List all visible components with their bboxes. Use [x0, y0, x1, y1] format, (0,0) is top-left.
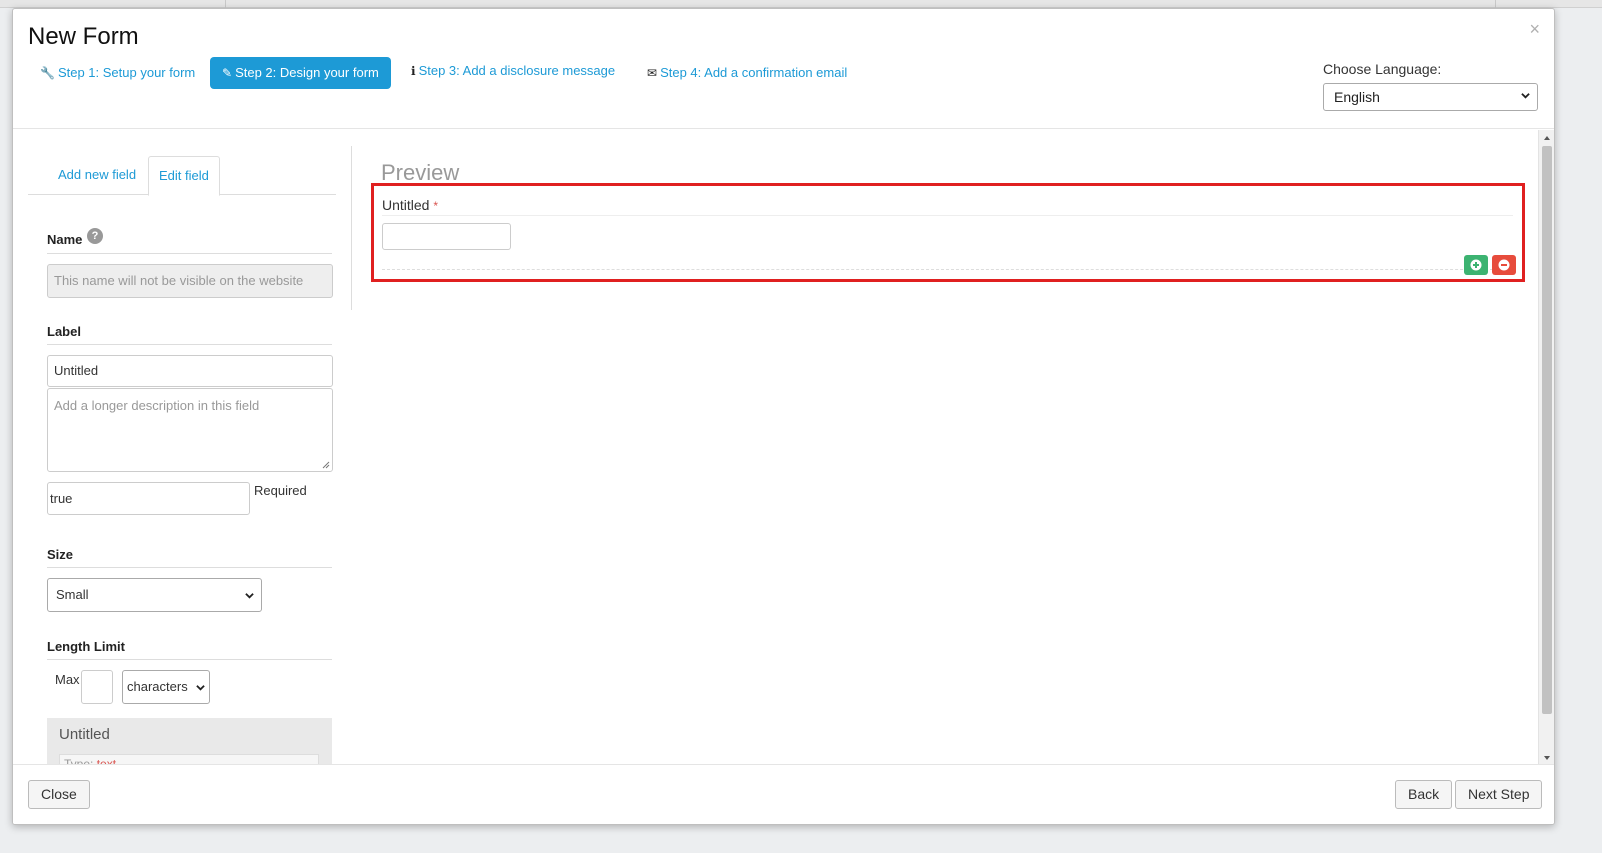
field-summary-title: Untitled — [59, 726, 110, 743]
divider — [382, 215, 1513, 216]
field-summary-card: Untitled Type: text — [47, 718, 332, 766]
label-label: Label — [47, 324, 81, 339]
scrollbar-thumb[interactable] — [1542, 146, 1552, 714]
close-button[interactable]: Close — [28, 780, 90, 809]
remove-field-button[interactable] — [1492, 255, 1516, 275]
field-editor-panel: Add new field Edit field Name ? This nam… — [13, 130, 351, 766]
size-selected: Small — [56, 587, 89, 602]
name-input[interactable]: This name will not be visible on the web… — [47, 264, 333, 298]
description-placeholder: Add a longer description in this field — [54, 398, 260, 413]
step-4-link[interactable]: ✉ Step 4: Add a confirmation email — [647, 57, 847, 89]
new-form-modal: New Form × 🔧 Step 1: Setup your form ✎ Ste… — [12, 8, 1555, 825]
body-scrollbar[interactable] — [1538, 130, 1554, 766]
divider — [47, 253, 332, 254]
tab-add-new-field[interactable]: Add new field — [48, 156, 146, 195]
tab-edit-field[interactable]: Edit field — [148, 156, 220, 196]
add-field-button[interactable] — [1464, 255, 1488, 275]
length-unit-selected: characters — [127, 679, 188, 694]
step-1-link[interactable]: 🔧 Step 1: Setup your form — [40, 57, 195, 89]
step-3-label: Step 3: Add a disclosure message — [418, 63, 616, 78]
chevron-down-icon — [1521, 93, 1530, 99]
required-label: Required — [254, 483, 307, 498]
max-label: Max — [55, 672, 80, 687]
backdrop-divider — [225, 0, 226, 8]
next-step-button[interactable]: Next Step — [1455, 780, 1543, 809]
description-textarea[interactable]: Add a longer description in this field — [47, 388, 333, 472]
scroll-down-icon[interactable] — [1542, 753, 1552, 763]
divider — [47, 659, 332, 660]
step-3-link[interactable]: ℹ Step 3: Add a disclosure message — [411, 55, 615, 87]
help-icon[interactable]: ? — [87, 228, 103, 244]
size-select[interactable]: Small — [47, 578, 262, 612]
preview-field-label-text: Untitled — [382, 197, 430, 213]
language-selected: English — [1334, 89, 1380, 105]
info-circle-icon: ℹ — [411, 64, 416, 78]
scroll-up-icon[interactable] — [1542, 133, 1552, 143]
modal-title: New Form — [28, 23, 139, 50]
chevron-down-icon — [245, 593, 254, 599]
minus-circle-icon — [1498, 259, 1510, 271]
preview-field-label: Untitled * — [382, 197, 438, 213]
backdrop-bar — [0, 0, 1602, 8]
step-2-label: Step 2: Design your form — [235, 65, 379, 80]
length-limit-label: Length Limit — [47, 639, 125, 654]
plus-circle-icon — [1470, 259, 1482, 271]
divider — [47, 344, 332, 345]
size-label: Size — [47, 547, 74, 562]
selected-field-highlight[interactable] — [371, 183, 1525, 282]
required-input[interactable]: true — [47, 482, 250, 515]
modal-footer: Close Back Next Step — [13, 764, 1554, 824]
chevron-down-icon — [196, 685, 205, 691]
editor-tabs: Add new field Edit field — [28, 156, 336, 196]
backdrop-divider — [1495, 0, 1496, 8]
step-2-link[interactable]: ✎ Step 2: Design your form — [210, 57, 391, 89]
back-button[interactable]: Back — [1395, 780, 1453, 809]
pencil-icon: ✎ — [222, 66, 233, 80]
dashed-divider — [382, 269, 1513, 270]
panel-divider — [351, 146, 352, 310]
close-icon[interactable]: × — [1529, 19, 1540, 40]
language-select[interactable]: English — [1323, 83, 1538, 111]
resize-grip-icon[interactable] — [322, 461, 330, 469]
divider — [47, 567, 332, 568]
length-unit-select[interactable]: characters — [122, 670, 210, 704]
step-1-label: Step 1: Setup your form — [57, 65, 196, 80]
language-label: Choose Language: — [1323, 61, 1442, 77]
envelope-icon: ✉ — [647, 66, 658, 80]
max-length-input[interactable] — [81, 670, 113, 704]
label-input[interactable]: Untitled — [47, 355, 333, 387]
modal-body: Add new field Edit field Name ? This nam… — [13, 130, 1554, 766]
preview-field-input[interactable] — [382, 223, 511, 250]
wrench-icon: 🔧 — [40, 66, 55, 80]
required-star: * — [433, 199, 439, 213]
step-4-label: Step 4: Add a confirmation email — [660, 65, 848, 80]
modal-header: New Form × 🔧 Step 1: Setup your form ✎ Ste… — [13, 9, 1554, 129]
name-label: Name — [47, 232, 83, 247]
